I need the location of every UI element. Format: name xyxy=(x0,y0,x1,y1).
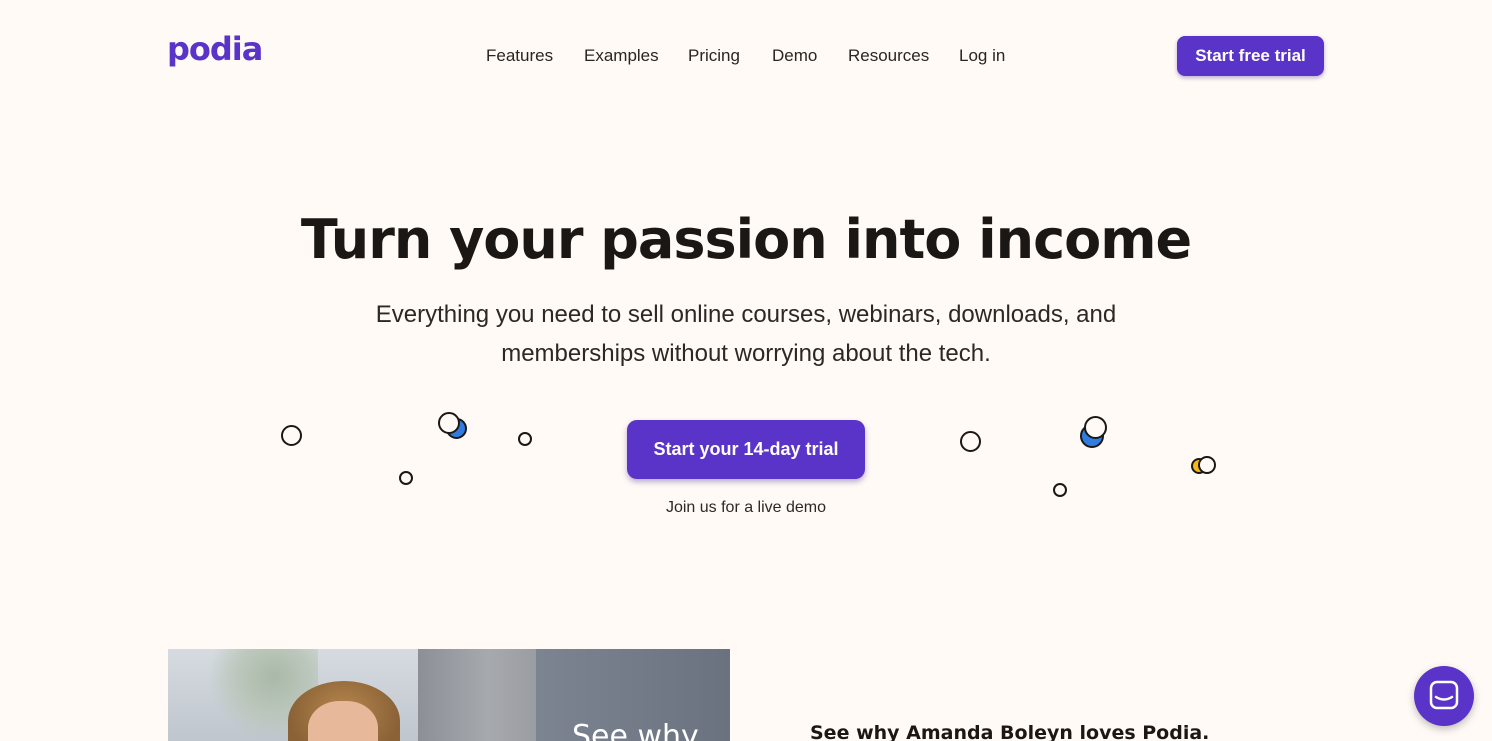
bubble-icon xyxy=(438,412,460,434)
testimonial-heading: See why Amanda Boleyn loves Podia. xyxy=(810,722,1210,741)
chat-bubble-icon xyxy=(1429,680,1459,710)
nav-pricing-link[interactable]: Pricing xyxy=(688,46,740,66)
video-overlay-text: See why xyxy=(572,719,699,741)
page: podia Features Examples Pricing Demo Res… xyxy=(0,0,1492,741)
chat-launcher-button[interactable] xyxy=(1414,666,1474,726)
hero-subtitle: Everything you need to sell online cours… xyxy=(375,301,1117,367)
start-trial-cta-button[interactable]: Start your 14-day trial xyxy=(627,420,865,479)
nav-demo-link[interactable]: Demo xyxy=(772,46,817,66)
hero-title: Turn your passion into income xyxy=(300,208,1192,271)
bubble-icon xyxy=(518,432,532,446)
start-free-trial-button[interactable]: Start free trial xyxy=(1177,36,1324,76)
live-demo-link[interactable]: Join us for a live demo xyxy=(0,498,1492,518)
bubble-icon xyxy=(1084,416,1107,439)
nav-resources-link[interactable]: Resources xyxy=(848,46,929,66)
nav-features-link[interactable]: Features xyxy=(486,46,553,66)
bubble-icon xyxy=(1198,456,1216,474)
bubble-icon xyxy=(1053,483,1067,497)
bubble-icon xyxy=(399,471,413,485)
nav-login-link[interactable]: Log in xyxy=(959,46,1005,66)
testimonial-video[interactable]: See why xyxy=(168,649,730,741)
nav-examples-link[interactable]: Examples xyxy=(584,46,659,66)
bubble-icon xyxy=(960,431,981,452)
bubble-icon xyxy=(281,425,302,446)
